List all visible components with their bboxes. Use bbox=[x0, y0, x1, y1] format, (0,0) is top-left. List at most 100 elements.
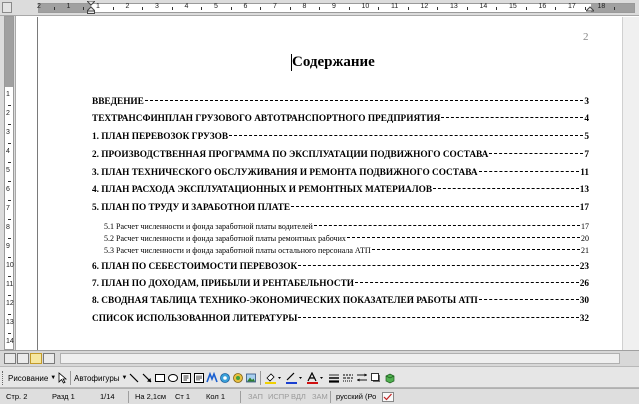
toc-entry[interactable]: 6. ПЛАН ПО СЕБЕСТОИМОСТИ ПЕРЕВОЗОК 23 bbox=[92, 262, 589, 274]
first-line-indent-icon[interactable] bbox=[87, 1, 95, 14]
ruler-number: 13 bbox=[450, 3, 458, 10]
ruler-number: 13 bbox=[6, 319, 14, 326]
ruler-tick bbox=[8, 104, 11, 106]
rectangle-icon[interactable] bbox=[154, 372, 166, 384]
ruler-tick bbox=[142, 7, 144, 10]
toc-entry-text: 3. ПЛАН ТЕХНИЧЕСКОГО ОБСЛУЖИВАНИЯ И РЕМО… bbox=[92, 168, 478, 178]
toc-leader bbox=[144, 100, 584, 101]
oval-icon[interactable] bbox=[167, 372, 179, 384]
toc-subentry[interactable]: 5.1 Расчет численности и фонда заработно… bbox=[104, 222, 589, 233]
status-overtype[interactable]: ЗАМ bbox=[312, 392, 328, 401]
ruler-tick bbox=[201, 7, 203, 10]
horizontal-scrollbar[interactable] bbox=[60, 353, 620, 364]
toc-entry-text: СПИСОК ИСПОЛЬЗОВАННОЙ ЛИТЕРАТУРЫ bbox=[92, 314, 298, 324]
toc-entry[interactable]: 8. СВОДНАЯ ТАБЛИЦА ТЕХНИКО-ЭКОНОМИЧЕСКИХ… bbox=[92, 296, 589, 308]
textbox-icon[interactable] bbox=[180, 372, 192, 384]
toolbar-separator bbox=[70, 371, 71, 385]
toc-entry[interactable]: 5. ПЛАН ПО ТРУДУ И ЗАРАБОТНОЙ ПЛАТЕ 17 bbox=[92, 203, 589, 215]
fill-color-icon[interactable] bbox=[264, 372, 282, 384]
toc-entry[interactable]: 2. ПРОИЗВОДСТВЕННАЯ ПРОГРАММА ПО ЭКСПЛУА… bbox=[92, 150, 589, 162]
ruler-tick bbox=[437, 7, 439, 10]
toc-entry[interactable]: ВВЕДЕНИЕ 3 bbox=[92, 97, 589, 109]
ruler-number: 10 bbox=[361, 3, 370, 10]
dropdown-arrow-icon: ▼ bbox=[121, 375, 128, 381]
ruler-number: 3 bbox=[6, 129, 10, 136]
draw-menu-label: Рисование bbox=[8, 373, 49, 383]
toc-entry-text: ВВЕДЕНИЕ bbox=[92, 97, 144, 107]
clipart-icon[interactable] bbox=[232, 372, 244, 384]
toc-subentry-text: 5.1 Расчет численности и фонда заработно… bbox=[104, 222, 313, 231]
web-layout-view-button[interactable] bbox=[17, 353, 29, 364]
toc-entry[interactable]: СПИСОК ИСПОЛЬЗОВАННОЙ ЛИТЕРАТУРЫ 32 bbox=[92, 314, 589, 326]
tab-selector-button[interactable] bbox=[2, 2, 12, 13]
vertical-textbox-icon[interactable] bbox=[193, 372, 205, 384]
ruler-number: 6 bbox=[6, 186, 10, 193]
toc-subentry[interactable]: 5.3 Расчет численности и фонда заработно… bbox=[104, 246, 589, 257]
toc-entry-page: 3 bbox=[584, 97, 589, 107]
arrow-icon[interactable] bbox=[141, 372, 153, 384]
ruler-number: 17 bbox=[568, 3, 576, 10]
toc-entry-page: 5 bbox=[584, 132, 589, 142]
toc-leader bbox=[441, 117, 584, 118]
line-icon[interactable] bbox=[128, 372, 140, 384]
ruler-tick bbox=[8, 142, 11, 144]
cursor-icon[interactable] bbox=[56, 372, 68, 384]
toc-entry[interactable]: 1. ПЛАН ПЕРЕВОЗОК ГРУЗОВ 5 bbox=[92, 132, 589, 144]
toc-entry-page: 26 bbox=[579, 279, 589, 289]
draw-menu-button[interactable]: Рисование ▼ bbox=[8, 371, 56, 385]
toc-entry-page: 30 bbox=[579, 296, 589, 306]
line-color-icon[interactable] bbox=[285, 372, 303, 384]
toc-entry[interactable]: 3. ПЛАН ТЕХНИЧЕСКОГО ОБСЛУЖИВАНИЯ И РЕМО… bbox=[92, 168, 589, 180]
shadow-icon[interactable] bbox=[370, 372, 382, 384]
ruler-tick bbox=[8, 294, 11, 296]
line-style-icon[interactable] bbox=[328, 372, 340, 384]
ruler-tick bbox=[53, 7, 55, 10]
document-area[interactable]: 2 Содержание ВВЕДЕНИЕ 3 ТЕХТРАНСФИНПЛАН Г… bbox=[17, 17, 639, 350]
vertical-scrollbar[interactable] bbox=[622, 17, 639, 350]
status-extend-selection[interactable]: ВДЛ bbox=[291, 392, 306, 401]
dash-style-icon[interactable] bbox=[342, 372, 354, 384]
right-indent-icon[interactable] bbox=[586, 1, 594, 14]
toc-entry[interactable]: 4. ПЛАН РАСХОДА ЭКСПЛУАТАЦИОННЫХ И РЕМОН… bbox=[92, 185, 589, 197]
status-separator bbox=[330, 391, 331, 403]
wordart-icon[interactable] bbox=[206, 372, 218, 384]
autoshapes-menu-button[interactable]: Автофигуры ▼ bbox=[74, 371, 127, 385]
diagram-icon[interactable] bbox=[219, 372, 231, 384]
vertical-ruler[interactable]: 1 2 3 4 5 6 7 8 9 10 11 12 13 14 bbox=[0, 16, 16, 353]
toc-subentry[interactable]: 5.2 Расчет численности и фонда заработно… bbox=[104, 234, 589, 245]
ruler-number: 18 bbox=[597, 3, 606, 10]
document-title[interactable]: Содержание bbox=[292, 54, 375, 71]
status-record-macro[interactable]: ЗАП bbox=[248, 392, 263, 401]
toc-entry[interactable]: 7. ПЛАН ПО ДОХОДАМ, ПРИБЫЛИ И РЕНТАБЕЛЬН… bbox=[92, 279, 589, 291]
toc-entry[interactable]: ТЕХТРАНСФИНПЛАН ГРУЗОВОГО АВТОТРАНСПОРТН… bbox=[92, 114, 589, 126]
vertical-ruler-scale[interactable]: 1 2 3 4 5 6 7 8 9 10 11 12 13 14 bbox=[4, 16, 14, 353]
ruler-tick bbox=[8, 218, 11, 220]
font-color-icon[interactable] bbox=[306, 372, 324, 384]
toolbar-separator bbox=[260, 371, 261, 385]
horizontal-ruler[interactable]: 2 1 1 2 3 4 5 6 7 8 9 10 11 12 13 14 15 16 17 18 bbox=[0, 0, 639, 16]
outline-view-button[interactable] bbox=[43, 353, 55, 364]
spelling-check-icon[interactable] bbox=[382, 392, 394, 402]
toc-leader bbox=[313, 225, 580, 226]
toc-leader bbox=[478, 171, 580, 172]
normal-view-button[interactable] bbox=[4, 353, 16, 364]
drawing-toolbar: Рисование ▼ Автофигуры ▼ bbox=[0, 366, 639, 388]
ruler-number: 6 bbox=[243, 3, 248, 10]
toc-entry-page: 13 bbox=[579, 185, 589, 195]
picture-icon[interactable] bbox=[245, 372, 257, 384]
status-language[interactable]: русский (Ро bbox=[336, 392, 376, 401]
toc-entry-page: 4 bbox=[584, 114, 589, 124]
status-track-changes[interactable]: ИСПР bbox=[268, 392, 289, 401]
ruler-number: 12 bbox=[6, 300, 14, 307]
ruler-tick bbox=[112, 7, 114, 10]
toolbar-grip[interactable] bbox=[2, 371, 5, 385]
horizontal-ruler-scale[interactable]: 2 1 1 2 3 4 5 6 7 8 9 10 11 12 13 14 15 16 17 18 bbox=[37, 3, 635, 13]
print-layout-view-button[interactable] bbox=[30, 353, 42, 364]
ruler-number: 14 bbox=[6, 338, 14, 345]
ruler-tick bbox=[525, 7, 527, 10]
toc-subentry-page: 20 bbox=[581, 234, 589, 243]
autoshapes-menu-label: Автофигуры bbox=[74, 373, 120, 383]
arrow-style-icon[interactable] bbox=[356, 372, 368, 384]
3d-icon[interactable] bbox=[384, 372, 396, 384]
ruler-number: 10 bbox=[6, 262, 14, 269]
